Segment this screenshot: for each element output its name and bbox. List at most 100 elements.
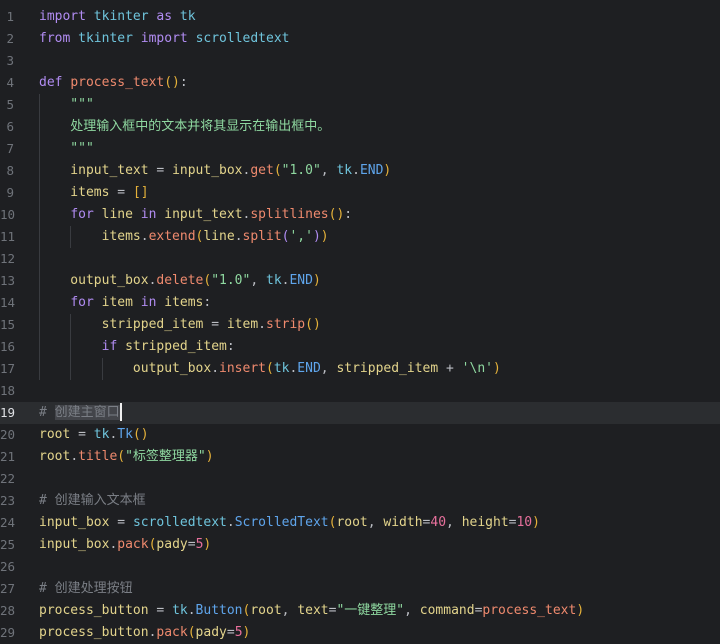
code-token: process_text xyxy=(70,75,165,90)
code-token: 创建主窗口 xyxy=(54,405,120,420)
code-line[interactable]: 18 xyxy=(0,380,720,402)
code-token: : xyxy=(226,339,235,354)
code-token: . xyxy=(140,229,149,244)
code-text: output_box.delete("1.0", tk.END) xyxy=(39,270,321,292)
code-line[interactable]: 21 root.title("标签整理器") xyxy=(0,446,720,468)
code-token: input_text xyxy=(156,207,243,222)
code-token: , xyxy=(446,515,462,530)
code-token: , xyxy=(320,163,337,178)
code-line[interactable]: 11 items.extend(line.split(',')) xyxy=(0,226,720,248)
code-line[interactable]: 26 xyxy=(0,556,720,578)
line-number: 16 xyxy=(0,339,16,354)
line-number: 25 xyxy=(0,537,16,552)
code-token: root xyxy=(39,449,71,464)
line-number: 4 xyxy=(6,75,14,90)
code-token: stripped_item xyxy=(39,317,204,332)
code-line[interactable]: 9 items = [] xyxy=(0,182,720,204)
code-line[interactable]: 4 def process_text(): xyxy=(0,72,720,94)
line-number: 15 xyxy=(0,317,16,332)
code-token: + xyxy=(438,361,462,376)
code-token: ) xyxy=(242,625,251,640)
code-token: stripped_item xyxy=(117,339,227,354)
code-token: = xyxy=(187,537,196,552)
line-number: 26 xyxy=(0,559,16,574)
code-token: output_box xyxy=(39,273,149,288)
code-line[interactable]: 2 from tkinter import scrolledtext xyxy=(0,28,720,50)
code-token: tkinter xyxy=(93,9,149,24)
code-line[interactable]: 1 import tkinter as tk xyxy=(0,6,720,28)
code-token: ScrolledText xyxy=(234,515,329,530)
code-token: , xyxy=(281,603,298,618)
code-token: import xyxy=(39,9,86,24)
line-number: 3 xyxy=(6,53,14,68)
code-token: ) xyxy=(205,449,214,464)
code-token: line xyxy=(93,207,141,222)
code-token: def xyxy=(39,75,63,90)
code-line[interactable]: 14 for item in items: xyxy=(0,292,720,314)
code-token: stripped_item xyxy=(336,361,439,376)
code-editor[interactable]: 1 import tkinter as tk 2 from tkinter impor… xyxy=(0,6,720,644)
code-token: () xyxy=(305,317,321,332)
code-text: items.extend(line.split(',')) xyxy=(39,226,329,248)
code-text: import tkinter as tk xyxy=(39,6,196,28)
code-text: """ xyxy=(39,138,94,160)
code-token: tk xyxy=(273,361,290,376)
code-token: pady xyxy=(156,537,188,552)
code-token: : xyxy=(203,295,212,310)
code-token: insert xyxy=(219,361,266,376)
code-line[interactable]: 25 input_box.pack(pady=5) xyxy=(0,534,720,556)
code-token: text xyxy=(297,603,329,618)
code-token: '\n' xyxy=(461,361,493,376)
code-text: input_box.pack(pady=5) xyxy=(39,534,211,556)
code-token: delete xyxy=(156,273,204,288)
code-line[interactable]: 24 input_box = scrolledtext.ScrolledText(… xyxy=(0,512,720,534)
code-token: items xyxy=(156,295,204,310)
code-line[interactable]: 16 if stripped_item: xyxy=(0,336,720,358)
code-token: items xyxy=(39,185,110,200)
code-line[interactable]: 20 root = tk.Tk() xyxy=(0,424,720,446)
code-line[interactable]: 17 output_box.insert(tk.END, stripped_it… xyxy=(0,358,720,380)
code-token: input_text xyxy=(39,163,149,178)
code-line[interactable]: 15 stripped_item = item.strip() xyxy=(0,314,720,336)
code-line[interactable]: 3 xyxy=(0,50,720,72)
code-token: output_box xyxy=(39,361,212,376)
code-token: split xyxy=(242,229,282,244)
code-token: ',' xyxy=(289,229,313,244)
code-token: in xyxy=(140,295,157,310)
code-line[interactable]: 27 # 创建处理按钮 xyxy=(0,578,720,600)
code-token: "1.0" xyxy=(211,273,251,288)
code-token: input_box xyxy=(39,515,110,530)
code-token: process_button xyxy=(39,603,149,618)
code-token: Button xyxy=(195,603,243,618)
code-line[interactable]: 13 output_box.delete("1.0", tk.END) xyxy=(0,270,720,292)
code-line[interactable]: 5 """ xyxy=(0,94,720,116)
line-number: 18 xyxy=(0,383,16,398)
code-text: root.title("标签整理器") xyxy=(39,446,214,468)
line-number: 21 xyxy=(0,449,16,464)
code-line[interactable]: 23 # 创建输入文本框 xyxy=(0,490,720,512)
code-token: for xyxy=(70,207,94,222)
code-line[interactable]: 19 # 创建主窗口 xyxy=(0,402,720,424)
code-text: for line in input_text.splitlines(): xyxy=(39,204,352,226)
code-token: extend xyxy=(148,229,196,244)
code-line[interactable]: 12 xyxy=(0,248,720,270)
code-line[interactable]: 6 处理输入框中的文本并将其显示在输出框中。 xyxy=(0,116,720,138)
code-line[interactable]: 22 xyxy=(0,468,720,490)
code-line[interactable]: 10 for line in input_text.splitlines(): xyxy=(0,204,720,226)
line-number: 19 xyxy=(0,405,16,420)
code-token: . xyxy=(70,449,79,464)
code-token: 40 xyxy=(430,515,447,530)
line-number: 12 xyxy=(0,251,16,266)
code-token: pady xyxy=(195,625,227,640)
code-line[interactable]: 28 process_button = tk.Button(root, text=… xyxy=(0,600,720,622)
code-token: item xyxy=(226,317,259,332)
code-line[interactable]: 8 input_text = input_box.get("1.0", tk.E… xyxy=(0,160,720,182)
code-token: as xyxy=(156,9,173,24)
code-token: = xyxy=(109,185,133,200)
code-line[interactable]: 7 """ xyxy=(0,138,720,160)
code-token: line xyxy=(203,229,235,244)
code-token: : xyxy=(179,75,188,90)
